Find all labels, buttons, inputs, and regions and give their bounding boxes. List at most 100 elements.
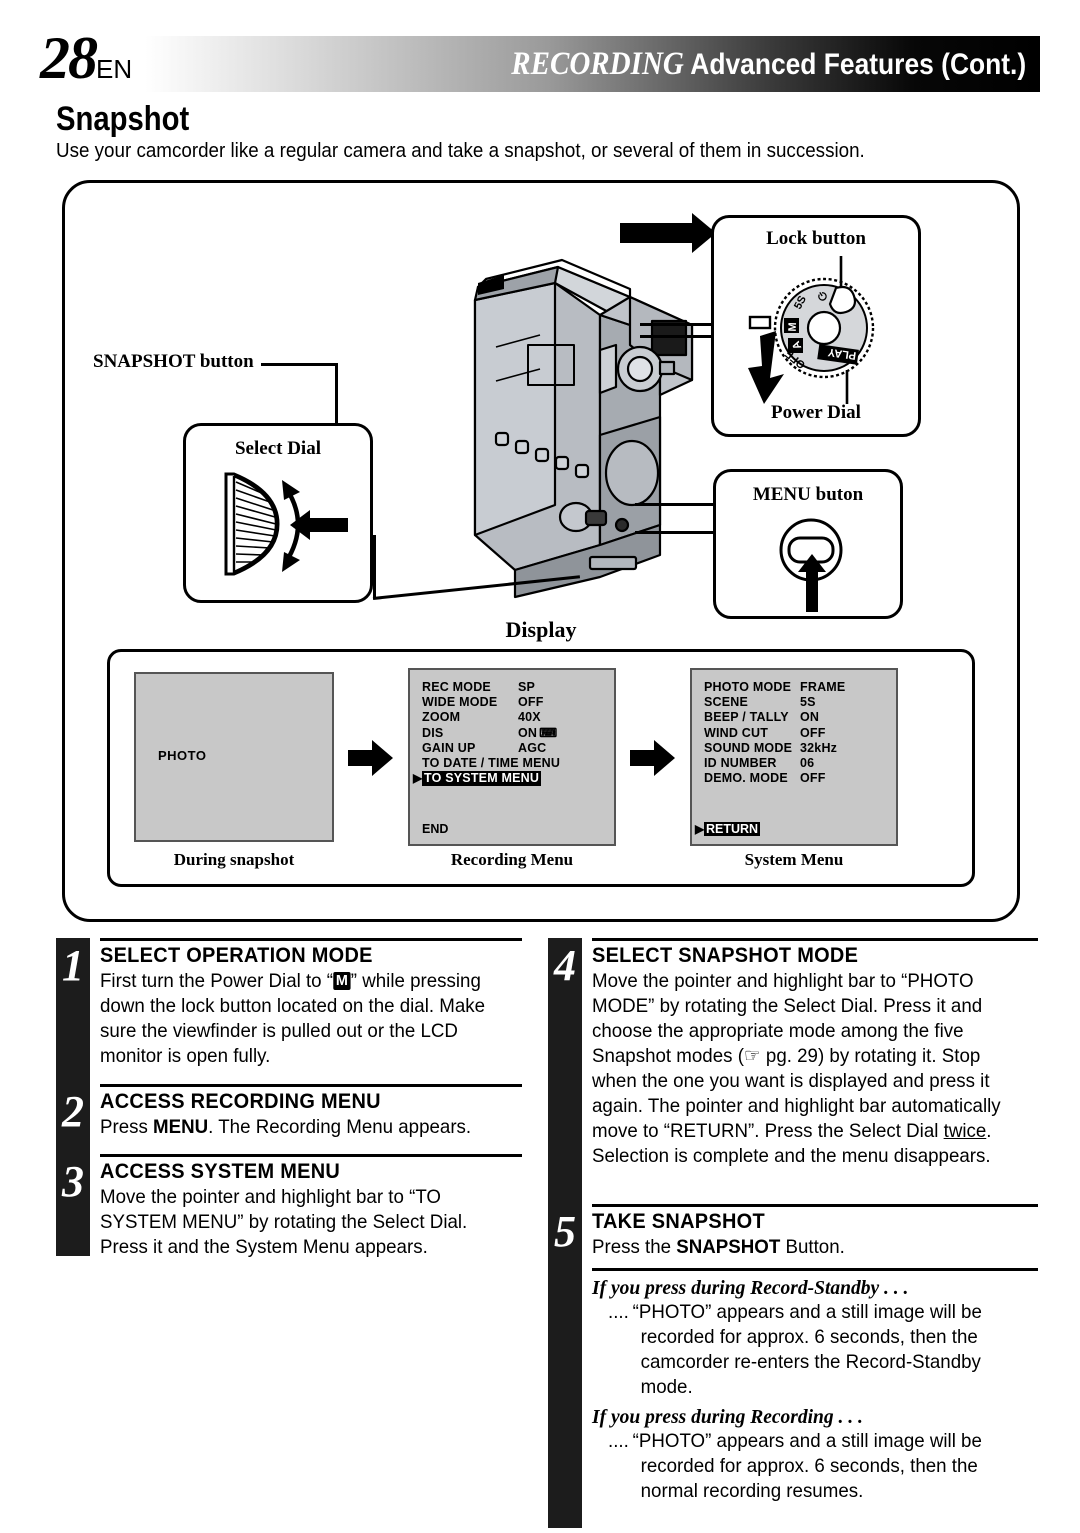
step-2-title: ACCESS RECORDING MENU	[100, 1090, 381, 1113]
illustration-frame: SNAPSHOT button Lock button Power Dial ⏻…	[62, 180, 1020, 922]
menu-row-label: SOUND MODE	[704, 740, 793, 755]
screen-system-menu: PHOTO MODE FRAME SCENE 5S BEEP / TALLY ON W…	[690, 668, 898, 846]
menu-row: ZOOM 40X	[422, 710, 560, 725]
select-dial-callout: Select Dial	[183, 423, 373, 603]
dial-pos-m: M	[787, 322, 799, 332]
power-dial-diagram: ⏻ 5S M A OFF PLAY	[748, 256, 875, 404]
step-1-text-a: First turn the Power Dial to “	[100, 970, 334, 992]
menu-row-label: PHOTO MODE	[704, 680, 792, 694]
menu-row: DEMO. MODE OFF	[704, 771, 845, 786]
menu-row-value: AGC	[518, 740, 547, 755]
power-dial-callout: Lock button Power Dial ⏻ 5S M A OFF PLAY	[711, 215, 921, 437]
menu-row-value: OFF	[800, 725, 826, 740]
manual-page: 28EN RECORDING Advanced Features (Cont.)…	[0, 0, 1080, 1533]
menu-row-label: ZOOM	[422, 710, 461, 725]
menu-row-label: WIND CUT	[704, 725, 769, 740]
menu-row-label: BEEP / TALLY	[704, 710, 789, 725]
menu-row-value: ON	[800, 710, 820, 725]
hand-flag-icon: ⌨	[539, 725, 558, 740]
display-section-label: Display	[505, 617, 577, 642]
caption-during-snapshot: During snapshot	[173, 850, 295, 869]
caption-system-menu: System Menu	[744, 850, 844, 869]
section-intro: Use your camcorder like a regular camera…	[56, 140, 865, 162]
menu-row: PHOTO MODE FRAME	[704, 680, 845, 695]
notes-divider	[592, 1268, 1038, 1271]
step-1-title: SELECT OPERATION MODE	[100, 944, 373, 967]
step-number-3: 3	[62, 1157, 84, 1206]
menu-row: SCENE 5S	[704, 695, 845, 710]
step-5-text-a: Press the	[592, 1236, 677, 1258]
menu-row-value: 32kHz	[800, 740, 838, 755]
menu-row-label: DEMO. MODE	[704, 771, 788, 786]
step-5-snapshot-keyword: SNAPSHOT	[676, 1236, 781, 1258]
menu-end-label: END	[422, 822, 449, 836]
step-4: SELECT SNAPSHOT MODE Move the pointer an…	[592, 938, 1038, 1169]
menu-row-value: OFF	[800, 771, 826, 786]
step-2: ACCESS RECORDING MENU Press MENU. The Re…	[100, 1084, 522, 1140]
menu-row-label: DIS	[422, 725, 444, 740]
note-2-text: .... “PHOTO” appears and a still image wi…	[608, 1429, 1021, 1504]
menu-row-value: 06	[800, 756, 815, 771]
menu-row: WIDE MODE OFF	[422, 695, 560, 710]
menu-return-label-highlighted: RETURN	[704, 822, 761, 836]
step-divider	[100, 1154, 522, 1157]
step-4-title: SELECT SNAPSHOT MODE	[592, 944, 859, 967]
selection-pointer-icon: ▶	[695, 822, 705, 836]
step-4-page-ref: pg. 29	[760, 1045, 818, 1067]
menu-row-value: SP	[518, 680, 536, 694]
menu-row-value: 40X	[518, 710, 541, 725]
language-code: EN	[96, 54, 133, 84]
header-title-recording: RECORDING	[511, 46, 684, 82]
step-number-2: 2	[62, 1087, 84, 1136]
header-title-subtitle: Advanced Features (Cont.)	[690, 48, 1026, 81]
step-divider	[592, 938, 1038, 941]
step-number-4: 4	[554, 941, 576, 990]
pointing-hand-icon: ☞	[743, 1045, 761, 1067]
select-dial-diagram	[224, 472, 348, 576]
power-dial-leader	[640, 323, 712, 326]
section-title: Snapshot	[56, 100, 190, 138]
menu-row: ID NUMBER 06	[704, 756, 845, 771]
menu-button-callout: MENU buton	[713, 469, 903, 619]
note-2-body: “PHOTO” appears and a still image will b…	[632, 1430, 982, 1502]
system-menu-rows: PHOTO MODE FRAME SCENE 5S BEEP / TALLY ON W…	[704, 680, 845, 786]
menu-row-label: REC MODE	[422, 680, 491, 694]
step-2-menu-keyword: MENU	[153, 1116, 209, 1138]
page-header: 28EN RECORDING Advanced Features (Cont.)	[40, 28, 1040, 92]
step-number-5: 5	[554, 1207, 576, 1256]
menu-row: TO DATE / TIME MENU	[422, 756, 560, 771]
header-title: RECORDING Advanced Features (Cont.)	[511, 44, 1026, 85]
display-frame: PHOTO During snapshot REC MODE SP WIDE MO…	[107, 649, 975, 887]
menu-row: GAIN UP AGC	[422, 741, 560, 756]
note-2-title: If you press during Recording . . .	[592, 1407, 863, 1428]
step-1: SELECT OPERATION MODE First turn the Pow…	[100, 938, 522, 1069]
caption-recording-menu: Recording Menu	[450, 850, 574, 869]
menu-row-label-highlighted: TO SYSTEM MENU	[422, 771, 542, 787]
osd-photo-text: PHOTO	[158, 748, 207, 763]
notes-section: If you press during Record-Standby . . .…	[592, 1268, 1038, 1504]
page-number: 28EN	[40, 28, 132, 88]
menu-row: DIS ON ⌨	[422, 726, 560, 741]
note-2-dots: ....	[608, 1430, 629, 1452]
step-5-text-b: Button.	[780, 1236, 845, 1258]
step-3: ACCESS SYSTEM MENU Move the pointer and …	[100, 1154, 522, 1260]
step-4-underlined: twice	[943, 1120, 987, 1142]
note-1-body: “PHOTO” appears and a still image will b…	[632, 1301, 982, 1398]
step-divider	[100, 938, 522, 941]
step-divider	[100, 1084, 522, 1087]
step-5: TAKE SNAPSHOT Press the SNAPSHOT Button.	[592, 1204, 1038, 1260]
menu-row-selected: ▶ TO SYSTEM MENU	[413, 771, 560, 787]
step-5-title: TAKE SNAPSHOT	[592, 1210, 765, 1233]
select-dial-leader-v	[373, 535, 376, 599]
menu-row-label: ID NUMBER	[704, 756, 777, 771]
note-1-text: .... “PHOTO” appears and a still image wi…	[608, 1300, 1021, 1400]
selection-pointer-icon: ▶	[413, 771, 423, 786]
menu-row: BEEP / TALLY ON	[704, 710, 845, 725]
screen-recording-menu: REC MODE SP WIDE MODE OFF ZOOM 40X DIS ON ⌨ G…	[408, 668, 616, 846]
note-1-dots: ....	[608, 1301, 629, 1323]
menu-row: WIND CUT OFF	[704, 726, 845, 741]
menu-row: SOUND MODE 32kHz	[704, 741, 845, 756]
snapshot-leader-line	[261, 363, 337, 366]
pull-viewfinder-arrow	[620, 213, 716, 253]
recording-menu-rows: REC MODE SP WIDE MODE OFF ZOOM 40X DIS ON ⌨ G…	[413, 680, 560, 787]
